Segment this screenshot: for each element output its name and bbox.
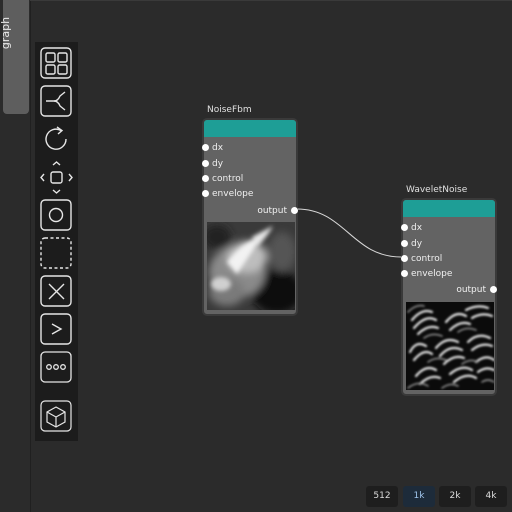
port-label: output [257, 206, 287, 216]
noise-preview [207, 222, 295, 310]
move-icon[interactable] [38, 160, 75, 195]
port-label: output [456, 285, 486, 295]
input-port-control[interactable]: control [401, 252, 495, 266]
refresh-icon[interactable] [38, 122, 75, 157]
port-label: envelope [212, 189, 254, 199]
port-label: dy [212, 159, 224, 169]
cube-icon[interactable] [38, 399, 75, 434]
node-title: WaveletNoise [406, 185, 468, 195]
input-port-envelope[interactable]: envelope [401, 267, 495, 281]
input-port-dx[interactable]: dx [401, 221, 495, 235]
input-port-envelope[interactable]: envelope [202, 187, 296, 201]
toolbar [35, 42, 78, 441]
port-label: envelope [411, 269, 453, 279]
output-port[interactable]: output [403, 283, 497, 297]
node-header [204, 120, 296, 137]
resolution-512-button[interactable]: 512 [366, 486, 398, 507]
panel-divider [30, 0, 31, 512]
input-port-dx[interactable]: dx [202, 141, 296, 155]
layout-icon[interactable] [38, 46, 75, 81]
dashed-square-icon[interactable] [38, 236, 75, 271]
resolution-1k-button[interactable]: 1k [403, 486, 435, 507]
node-header [403, 200, 495, 217]
close-icon[interactable] [38, 274, 75, 309]
port-label: dx [411, 223, 423, 233]
port-label: dx [212, 143, 224, 153]
input-port-control[interactable]: control [202, 172, 296, 186]
port-label: dy [411, 239, 423, 249]
output-port[interactable]: output [204, 204, 298, 218]
top-edge [30, 0, 512, 1]
more-icon[interactable] [38, 350, 75, 385]
circle-icon[interactable] [38, 198, 75, 233]
node-title: NoiseFbm [207, 105, 252, 115]
input-port-dy[interactable]: dy [401, 237, 495, 251]
chevron-right-icon[interactable] [38, 312, 75, 347]
graph-tab[interactable]: graph [0, 0, 29, 114]
port-label: control [212, 174, 244, 184]
resolution-4k-button[interactable]: 4k [475, 486, 507, 507]
node-noisefbm[interactable]: dx dy control envelope output [202, 118, 298, 316]
graph-tab-label: graph [0, 16, 12, 50]
resolution-2k-button[interactable]: 2k [439, 486, 471, 507]
port-label: control [411, 254, 443, 264]
input-port-dy[interactable]: dy [202, 157, 296, 171]
branch-icon[interactable] [38, 84, 75, 119]
wavelet-preview [406, 302, 494, 390]
node-waveletnoise[interactable]: dx dy control envelope output [401, 198, 497, 396]
